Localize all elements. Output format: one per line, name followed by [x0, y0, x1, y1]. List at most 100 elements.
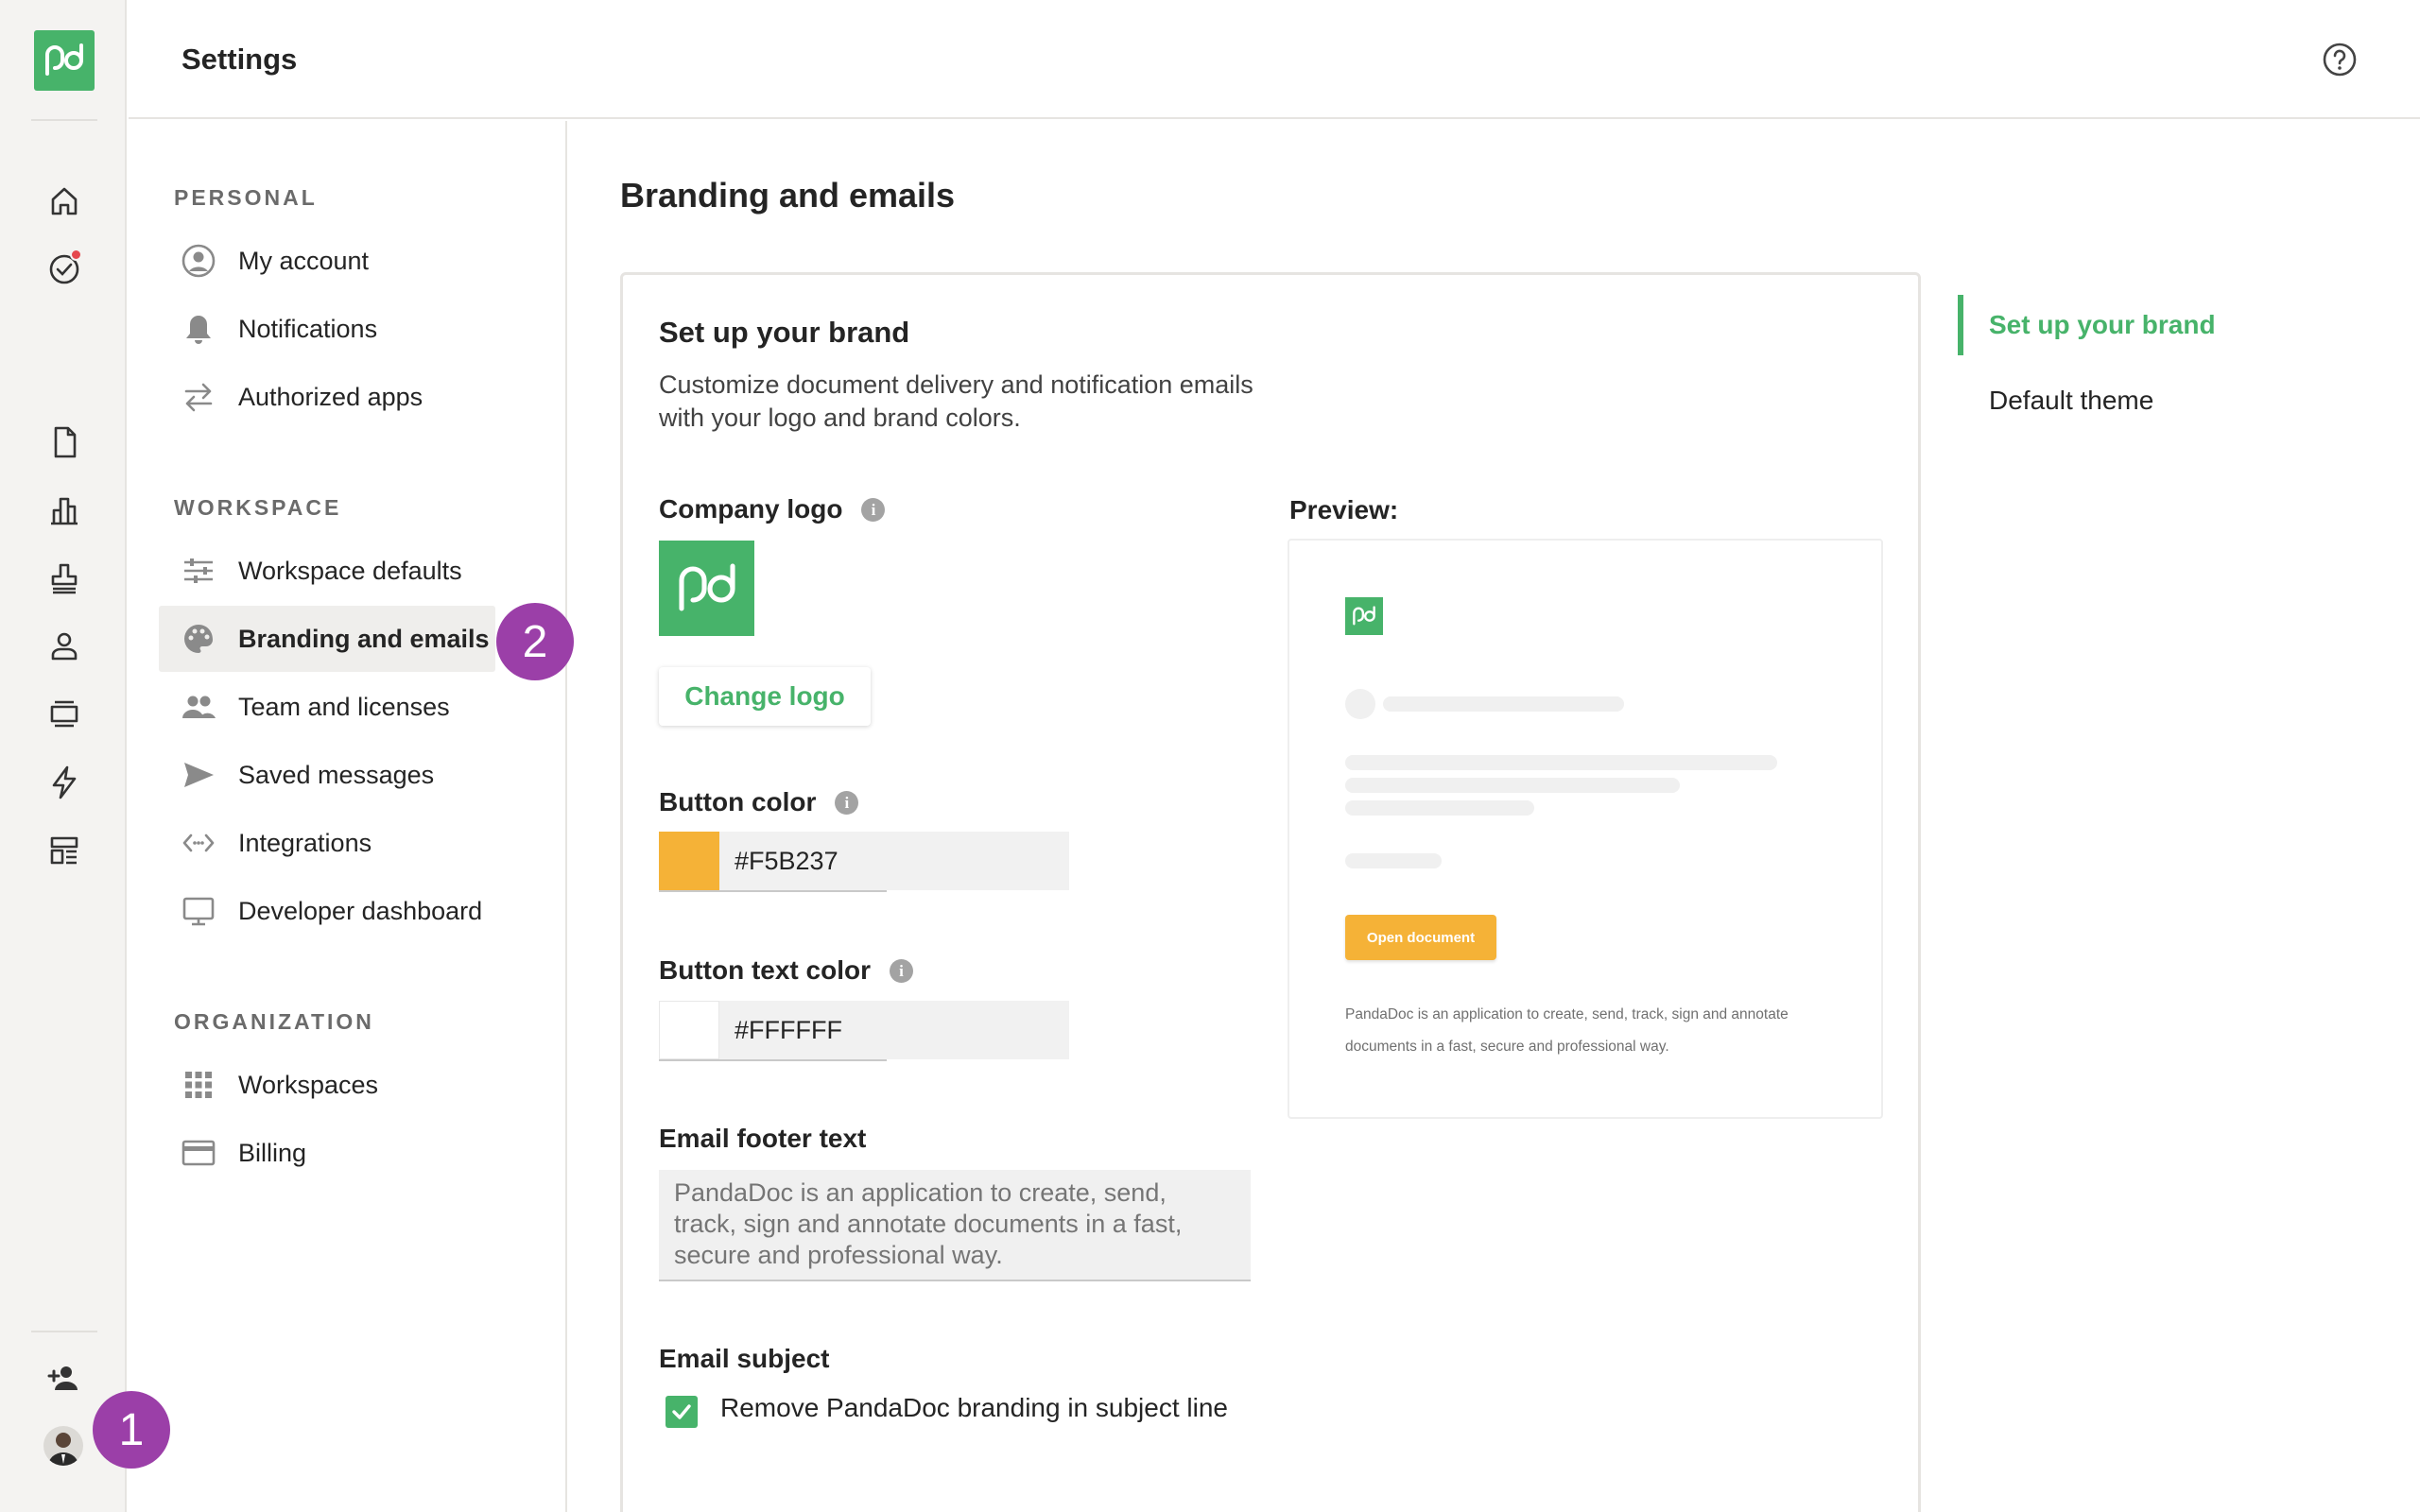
sliders-icon	[180, 552, 217, 590]
nav-item-saved-messages[interactable]: Saved messages	[159, 742, 495, 808]
preview-line-placeholder	[1345, 853, 1442, 868]
nav-item-label: Billing	[238, 1138, 307, 1167]
nav-item-notifications[interactable]: Notifications	[159, 296, 495, 362]
nav-item-integrations[interactable]: Integrations	[159, 810, 495, 876]
email-subject-label-text: Email subject	[659, 1344, 830, 1373]
email-footer-textarea[interactable]	[659, 1170, 1251, 1281]
nav-item-my-account[interactable]: My account	[159, 228, 495, 294]
code-icon	[180, 824, 217, 862]
nav-item-label: Integrations	[238, 828, 372, 857]
nav-item-authorized-apps[interactable]: Authorized apps	[159, 364, 495, 430]
nav-item-label: Workspaces	[238, 1070, 379, 1099]
button-text-color-swatch[interactable]	[659, 1001, 719, 1059]
monitor-icon	[180, 892, 217, 930]
swap-arrows-icon	[180, 378, 217, 416]
info-icon[interactable]: i	[890, 958, 913, 983]
preview-label: Preview:	[1289, 495, 1399, 524]
nav-item-billing[interactable]: Billing	[159, 1120, 495, 1186]
pandadoc-logo[interactable]	[34, 30, 95, 91]
card-heading: Set up your brand	[659, 316, 910, 349]
preview-line-placeholder	[1345, 778, 1680, 793]
anchor-default-theme[interactable]: Default theme	[1989, 386, 2153, 416]
page-header-title: Settings	[182, 43, 298, 76]
app-rail: 1	[0, 0, 170, 1512]
anchor-active-indicator	[1958, 295, 1963, 355]
remove-branding-checkbox[interactable]	[666, 1396, 698, 1428]
nav-item-developer-dashboard[interactable]: Developer dashboard	[159, 878, 495, 944]
catalog-icon[interactable]	[41, 691, 88, 738]
button-text-color-label-text: Button text color	[659, 955, 871, 985]
change-logo-button[interactable]: Change logo	[659, 667, 871, 726]
section-title: Branding and emails	[620, 176, 956, 215]
step-badge-2: 2	[496, 603, 574, 680]
documents-icon[interactable]	[41, 419, 88, 466]
nav-group-workspace: WORKSPACE	[174, 495, 342, 520]
button-color-label: Button color i	[659, 787, 859, 817]
remove-branding-label: Remove PandaDoc branding in subject line	[720, 1393, 1228, 1422]
rail-divider	[31, 119, 97, 121]
nav-item-workspaces[interactable]: Workspaces	[159, 1052, 495, 1118]
credit-card-icon	[180, 1134, 217, 1172]
nav-item-label: Notifications	[238, 314, 378, 343]
button-text-color-label: Button text color i	[659, 955, 913, 986]
pandadoc-logo-icon	[678, 562, 735, 611]
card-description: Customize document delivery and notifica…	[659, 370, 1253, 432]
palette-icon	[180, 620, 217, 658]
preview-line-placeholder	[1383, 696, 1624, 712]
button-color-label-text: Button color	[659, 787, 817, 816]
nav-item-label: Authorized apps	[238, 382, 424, 411]
nav-item-label: Team and licenses	[238, 692, 450, 721]
nav-item-label: Workspace defaults	[238, 556, 462, 585]
company-logo-image	[659, 541, 754, 636]
nav-item-label: My account	[238, 246, 370, 275]
templates-icon[interactable]	[41, 827, 88, 874]
contacts-icon[interactable]	[41, 623, 88, 670]
preview-footer-text: PandaDoc is an application to create, se…	[1345, 1006, 1789, 1055]
nav-group-personal: PERSONAL	[174, 185, 318, 210]
preview-line-placeholder	[1345, 755, 1777, 770]
top-header: Settings	[129, 0, 2420, 119]
nav-item-label: Saved messages	[238, 760, 435, 789]
button-color-input[interactable]	[719, 832, 1069, 890]
pandadoc-logo-icon	[1353, 606, 1375, 626]
rail-divider	[31, 1331, 97, 1332]
anchor-set-up-your-brand[interactable]: Set up your brand	[1989, 310, 2216, 340]
grid-icon	[180, 1066, 217, 1104]
checkmark-icon	[672, 1404, 691, 1419]
email-footer-label-text: Email footer text	[659, 1124, 867, 1153]
reports-icon[interactable]	[41, 487, 88, 534]
tasks-icon[interactable]	[41, 245, 88, 292]
add-user-icon[interactable]	[41, 1354, 88, 1401]
help-circle-icon[interactable]	[2322, 42, 2358, 77]
email-subject-label: Email subject	[659, 1344, 830, 1374]
user-circle-icon	[180, 242, 217, 280]
user-avatar[interactable]	[43, 1426, 83, 1466]
preview-avatar-placeholder	[1345, 689, 1375, 719]
company-logo-label: Company logo i	[659, 494, 886, 524]
info-icon[interactable]: i	[861, 497, 886, 522]
email-footer-label: Email footer text	[659, 1124, 866, 1154]
nav-item-branding-and-emails[interactable]: Branding and emails	[159, 606, 495, 672]
stamp-icon[interactable]	[41, 555, 88, 602]
nav-item-workspace-defaults[interactable]: Workspace defaults	[159, 538, 495, 604]
preview-line-placeholder	[1345, 800, 1534, 816]
nav-group-organization: ORGANIZATION	[174, 1009, 374, 1034]
automation-icon[interactable]	[41, 759, 88, 806]
nav-item-team-and-licenses[interactable]: Team and licenses	[159, 674, 495, 740]
button-color-swatch[interactable]	[659, 832, 719, 890]
info-icon[interactable]: i	[835, 790, 859, 815]
nav-item-label: Branding and emails	[238, 624, 490, 653]
button-color-field	[659, 832, 1069, 892]
preview-logo	[1345, 597, 1383, 635]
nav-item-label: Developer dashboard	[238, 896, 483, 925]
team-icon	[180, 688, 217, 726]
bell-icon	[180, 310, 217, 348]
home-icon[interactable]	[41, 178, 88, 225]
button-text-color-field	[659, 1001, 1069, 1061]
pandadoc-logo-icon	[45, 43, 84, 76]
preview-open-document-button: Open document	[1345, 915, 1496, 960]
company-logo-label-text: Company logo	[659, 494, 843, 524]
settings-nav: PERSONAL My account Notifications Author…	[129, 121, 574, 1512]
button-text-color-input[interactable]	[719, 1001, 1069, 1059]
notification-dot	[70, 249, 82, 261]
